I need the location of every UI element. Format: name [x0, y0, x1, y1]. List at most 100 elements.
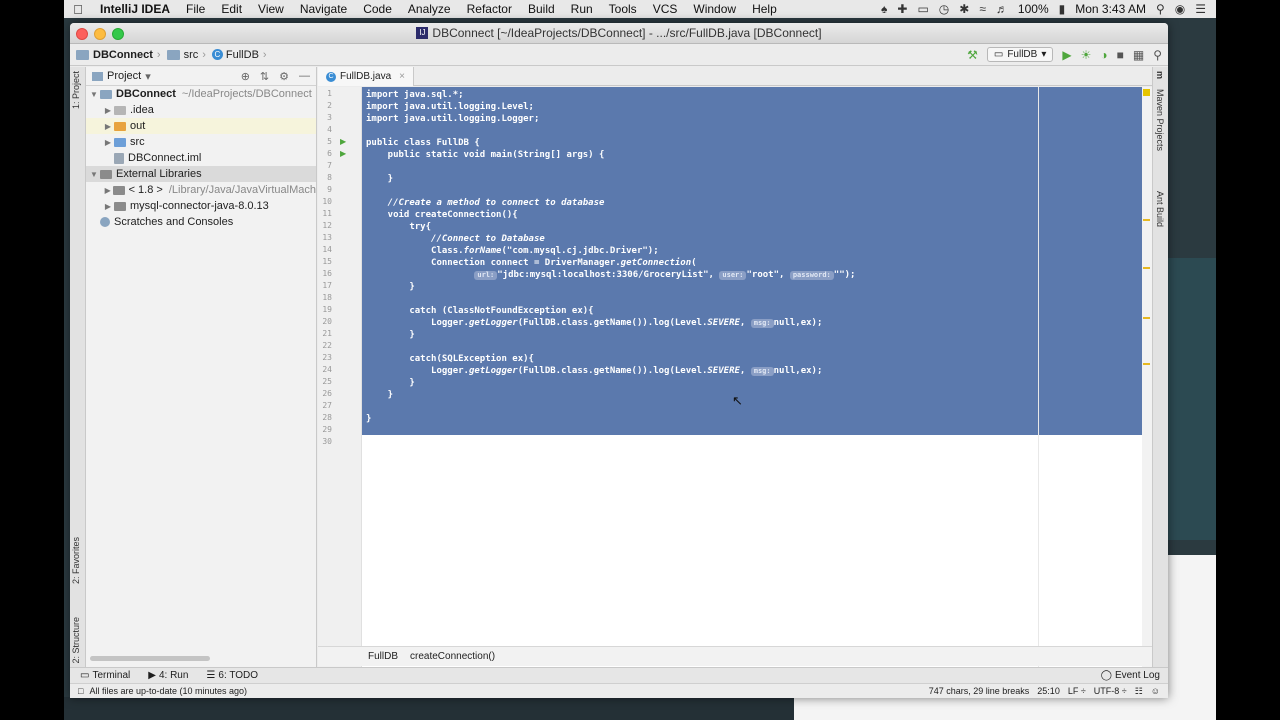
tool-event-log[interactable]: ◯ Event Log [1101, 670, 1168, 681]
run-icon[interactable]: ▶ [1062, 48, 1071, 62]
build-hammer-icon[interactable]: ⚒ [967, 48, 978, 62]
tools-icon[interactable]: ✚ [897, 2, 907, 16]
window-zoom-button[interactable] [112, 28, 124, 40]
menu-help[interactable]: Help [744, 2, 785, 16]
menu-navigate[interactable]: Navigate [292, 2, 355, 16]
code-token: SEVERE [707, 318, 740, 328]
expand-arrow-icon[interactable]: ▶ [102, 138, 114, 147]
code-editor[interactable]: import java.sql.*; import java.util.logg… [362, 87, 1152, 667]
expand-arrow-icon[interactable]: ▶ [102, 106, 114, 115]
chevron-down-icon[interactable]: ▾ [145, 70, 151, 83]
stop-icon[interactable]: ■ [1117, 48, 1124, 62]
lock-icon[interactable]: ☷ [1135, 686, 1143, 697]
menu-code[interactable]: Code [355, 2, 400, 16]
debug-icon[interactable]: ☀ [1081, 48, 1092, 62]
menu-run[interactable]: Run [563, 2, 601, 16]
tab-project[interactable]: 1: Project [71, 71, 81, 109]
search-icon[interactable]: ⚲ [1153, 48, 1162, 62]
error-stripe[interactable] [1142, 87, 1152, 667]
tree-item-src[interactable]: ▶ src [86, 134, 316, 150]
expand-arrow-icon[interactable]: ▶ [102, 122, 114, 131]
tab-structure[interactable]: 2: Structure [71, 617, 81, 664]
window-minimize-button[interactable] [94, 28, 106, 40]
breadcrumb-class[interactable]: FullDB [368, 651, 398, 662]
menu-edit[interactable]: Edit [213, 2, 250, 16]
spotlight-search-icon[interactable]: ⚲ [1156, 2, 1165, 16]
expand-arrow-icon[interactable]: ▼ [88, 90, 100, 99]
status-message[interactable]: All files are up-to-date (10 minutes ago… [89, 686, 247, 696]
collapse-icon[interactable]: ⇅ [260, 70, 269, 83]
battery-percent[interactable]: 100% [1018, 2, 1049, 16]
wifi-icon[interactable]: ≈ [979, 2, 986, 16]
tree-item-dbconnect[interactable]: ▼ DBConnect ~/IdeaProjects/DBConnect [86, 86, 316, 102]
breadcrumb-src[interactable]: src › [161, 49, 206, 61]
tree-item-out[interactable]: ▶ out [86, 118, 316, 134]
menu-view[interactable]: View [250, 2, 292, 16]
inspector-icon[interactable]: ☺ [1151, 686, 1160, 697]
accessibility-icon[interactable]: ♠ [881, 2, 887, 16]
horizontal-scrollbar[interactable] [90, 656, 210, 661]
maven-icon[interactable]: m [1155, 71, 1165, 79]
line-separator-select[interactable]: LF ÷ [1068, 686, 1086, 697]
tab-maven-projects[interactable]: Maven Projects [1155, 89, 1165, 151]
tree-item-idea[interactable]: ▶ .idea [86, 102, 316, 118]
expand-arrow-icon[interactable]: ▶ [102, 202, 114, 211]
menu-build[interactable]: Build [520, 2, 563, 16]
volume-icon[interactable]: ♬ [996, 2, 1008, 16]
menu-clock[interactable]: Mon 3:43 AM [1075, 2, 1146, 16]
warning-marker[interactable] [1143, 219, 1150, 221]
apple-icon[interactable]:  [64, 2, 92, 17]
warning-marker[interactable] [1143, 363, 1150, 365]
tool-windows-toggle-icon[interactable]: □ [78, 686, 83, 696]
tree-item-external-libraries[interactable]: ▼ External Libraries [86, 166, 316, 182]
menu-refactor[interactable]: Refactor [459, 2, 520, 16]
warning-marker[interactable] [1143, 317, 1150, 319]
tool-terminal[interactable]: ▭ Terminal [80, 670, 130, 681]
editor-gutter[interactable]: 1 2 3 4 5 6 7 8 9 10 11 12 13 14 15 16 1… [318, 87, 362, 667]
menu-window[interactable]: Window [685, 2, 744, 16]
notification-center-icon[interactable]: ☰ [1195, 2, 1206, 16]
project-structure-icon[interactable]: ▦ [1133, 48, 1144, 62]
menu-vcs[interactable]: VCS [645, 2, 686, 16]
tree-item-scratches[interactable]: Scratches and Consoles [86, 214, 316, 230]
menu-analyze[interactable]: Analyze [400, 2, 459, 16]
tree-item-mysql-connector[interactable]: ▶ mysql-connector-java-8.0.13 [86, 198, 316, 214]
expand-arrow-icon[interactable]: ▶ [102, 186, 113, 195]
expand-arrow-icon[interactable]: ▼ [88, 170, 100, 179]
siri-icon[interactable]: ◉ [1175, 2, 1185, 16]
tool-run[interactable]: ▶ 4: Run [148, 670, 188, 681]
menu-tools[interactable]: Tools [601, 2, 645, 16]
window-close-button[interactable] [76, 28, 88, 40]
breadcrumb-class[interactable]: C FullDB › [206, 49, 267, 61]
caret-position[interactable]: 25:10 [1037, 686, 1060, 697]
run-configuration-select[interactable]: ▭ FullDB ▾ [986, 47, 1054, 62]
locate-icon[interactable]: ⊕ [241, 70, 250, 83]
breadcrumb-project[interactable]: DBConnect › [70, 49, 161, 61]
encoding-select[interactable]: UTF-8 ÷ [1094, 686, 1127, 697]
tree-item-jdk[interactable]: ▶ < 1.8 > /Library/Java/JavaVirtualMach [86, 182, 316, 198]
tab-favorites[interactable]: 2: Favorites [71, 537, 81, 584]
run-main-gutter-icon[interactable]: ▶ [340, 149, 346, 158]
nav-toolbar: ⚒ ▭ FullDB ▾ ▶ ☀ ◑ ■ ▦ ⚲ [967, 47, 1168, 62]
airplay-icon[interactable]: ▭ [917, 2, 928, 16]
code-token: Connection connect = DriverManager. [366, 258, 621, 268]
battery-icon[interactable]: ▮ [1059, 2, 1066, 16]
close-icon[interactable]: × [399, 71, 405, 82]
breadcrumb-method[interactable]: createConnection() [410, 651, 495, 662]
tab-fulldb-java[interactable]: C FullDB.java × [318, 67, 414, 86]
warning-marker[interactable] [1143, 267, 1150, 269]
tab-ant-build[interactable]: Ant Build [1155, 191, 1165, 227]
gear-icon[interactable]: ⚙ [279, 70, 289, 83]
run-class-gutter-icon[interactable]: ▶ [340, 137, 346, 146]
project-view-selector[interactable]: Project [107, 70, 141, 82]
tool-todo[interactable]: ☰ 6: TODO [206, 670, 258, 681]
menu-file[interactable]: File [178, 2, 213, 16]
inspection-status-icon[interactable] [1143, 89, 1150, 96]
coverage-icon[interactable]: ◑ [1100, 48, 1107, 62]
time-machine-icon[interactable]: ◷ [939, 2, 949, 16]
hide-icon[interactable]: — [299, 70, 310, 83]
tree-item-iml[interactable]: DBConnect.iml [86, 150, 316, 166]
window-titlebar[interactable]: IJ DBConnect [~/IdeaProjects/DBConnect] … [70, 23, 1168, 44]
bluetooth-icon[interactable]: ✱ [959, 2, 969, 16]
menu-app-name[interactable]: IntelliJ IDEA [92, 2, 178, 16]
